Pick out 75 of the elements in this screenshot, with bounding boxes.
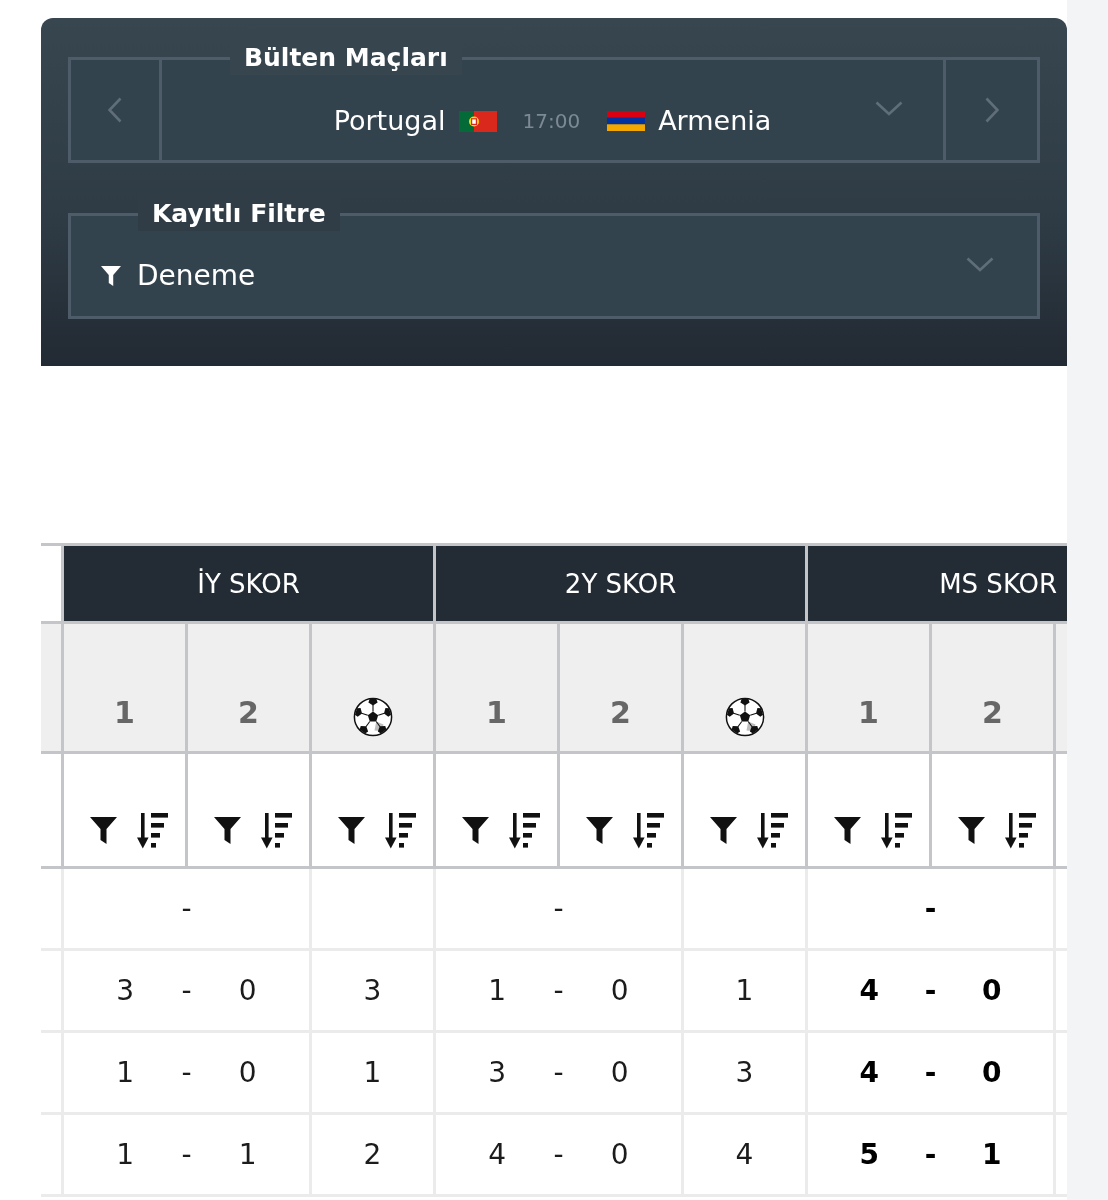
home-score: 3 — [116, 972, 135, 1009]
flag-icon — [607, 111, 646, 131]
filter-icon[interactable] — [89, 817, 117, 844]
flag-icon — [458, 110, 497, 132]
goal-total: 4 — [735, 1137, 754, 1171]
filter-icon[interactable] — [337, 817, 365, 844]
away-score: 0 — [610, 1054, 629, 1091]
home-score: 4 — [488, 1136, 507, 1173]
home-score: 1 — [488, 972, 507, 1009]
home-score: 3 — [488, 1054, 507, 1091]
sort-icon[interactable] — [260, 812, 292, 849]
goal-total: 3 — [735, 1055, 754, 1089]
column-header: 2 — [560, 624, 684, 754]
score-separator: - — [924, 890, 937, 927]
chevron-left-icon — [108, 97, 122, 123]
group-header: İY SKOR — [64, 546, 436, 624]
sort-icon[interactable] — [136, 812, 168, 849]
away-score: 0 — [610, 972, 629, 1009]
filter-icon[interactable] — [833, 817, 861, 844]
away-score: 0 — [610, 1136, 629, 1173]
sort-icon[interactable] — [756, 812, 788, 849]
filter-icon[interactable] — [585, 817, 613, 844]
filter-icon — [101, 265, 121, 286]
away-score: 0 — [238, 1054, 257, 1091]
score-separator: - — [181, 1054, 192, 1091]
group-header: MS SKOR — [808, 546, 1067, 624]
match-dropdown[interactable]: Portugal 17:00 Armenia — [162, 77, 943, 160]
score-separator: - — [181, 972, 192, 1009]
chevron-down-icon — [966, 257, 994, 272]
match-time: 17:00 — [522, 109, 581, 133]
goal-total: 1 — [735, 973, 754, 1007]
home-score: 5 — [859, 1136, 880, 1173]
filter-icon[interactable] — [213, 817, 241, 844]
score-separator: - — [924, 1136, 937, 1173]
home-score: 1 — [116, 1054, 135, 1091]
sort-icon[interactable] — [880, 812, 912, 849]
goal-total: 3 — [363, 973, 382, 1007]
goal-total: 1 — [363, 1055, 382, 1089]
score-separator: - — [924, 1054, 937, 1091]
goal-total: 2 — [363, 1137, 382, 1171]
team-name: Portugal — [333, 104, 446, 138]
team-name: Armenia — [658, 104, 772, 138]
score-separator: - — [553, 890, 564, 927]
home-score: 4 — [859, 1054, 880, 1091]
selected-filter: Deneme — [137, 257, 256, 294]
score-separator: - — [553, 1054, 564, 1091]
away-score: 0 — [982, 972, 1002, 1009]
filter-icon[interactable] — [461, 817, 489, 844]
score-separator: - — [553, 972, 564, 1009]
sort-icon[interactable] — [508, 812, 540, 849]
score-separator: - — [181, 890, 192, 927]
column-header: 1 — [808, 624, 933, 754]
filter-icon[interactable] — [709, 817, 737, 844]
chevron-right-icon — [984, 97, 999, 123]
column-header: 2 — [188, 624, 312, 754]
filter-icon[interactable] — [957, 817, 985, 844]
soccer-ball-icon — [724, 697, 765, 737]
away-score: 0 — [238, 972, 257, 1009]
home-score: 4 — [859, 972, 880, 1009]
score-separator: - — [181, 1136, 192, 1173]
sort-icon[interactable] — [1004, 812, 1036, 849]
soccer-ball-icon — [352, 697, 393, 737]
sort-icon[interactable] — [632, 812, 664, 849]
away-score: 1 — [238, 1136, 257, 1173]
column-header: 2 — [932, 624, 1057, 754]
away-score: 1 — [982, 1136, 1002, 1173]
group-header: 2Y SKOR — [436, 546, 809, 624]
sort-icon[interactable] — [384, 812, 416, 849]
away-score: 0 — [982, 1054, 1002, 1091]
column-header: 1 — [436, 624, 560, 754]
home-score: 1 — [116, 1136, 135, 1173]
score-separator: - — [553, 1136, 564, 1173]
column-header: 1 — [64, 624, 188, 754]
score-separator: - — [924, 972, 937, 1009]
chevron-down-icon — [875, 100, 903, 116]
